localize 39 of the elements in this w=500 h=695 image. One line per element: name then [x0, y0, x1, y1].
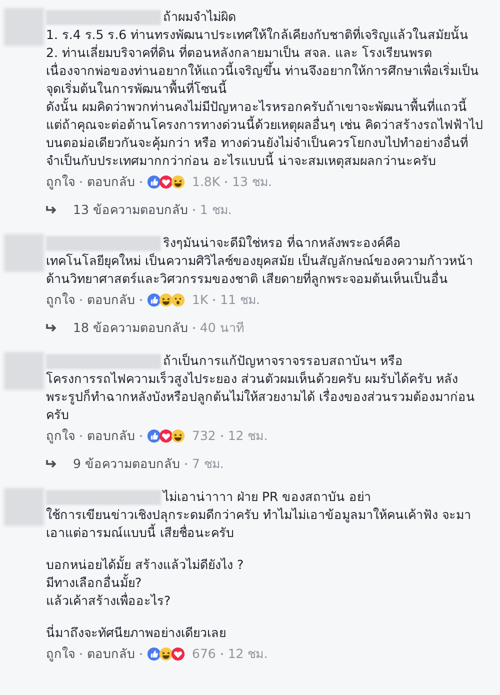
comment-text: ใช้การเขียนข่าวเชิงปลุกระดมดีกว่าครับ ทำไมไม่เอาข้อมูลมาให้คนเค้าฟัง จะมาเอาแต่อารมณ์แบบนี้ เสียชื่อนะครับ — [46, 507, 471, 540]
comment-text: 2. ท่านเลี่ยมบริจาคที่ดิน ที่ตอนหลังกลายมาเป็น สจล. และ โรงเรียนพรต เนื่องจากพ่อของท่านอยากให้แถวนี้เจริญขึ้น ท่านจึงอยากให้การศึกษาเพื่อเริ่มเป็นจุดเริ่มต้นในการพัฒนาพื้นที่โซนนี้ — [46, 45, 479, 96]
reply-arrow-icon — [46, 459, 58, 469]
like-link[interactable]: ถูกใจ — [46, 642, 75, 666]
like-link[interactable]: ถูกใจ — [46, 288, 75, 312]
comment-text: แล้วเค้าสร้างเพื่ออะไร? — [46, 593, 171, 608]
reply-link[interactable]: ตอบกลับ — [87, 642, 135, 666]
comment-text: ถ้าเป็นการแก้ปัญหาจราจรรอบสถาบันฯ หรือ — [163, 352, 403, 370]
blurred-avatar — [4, 234, 44, 272]
comment-text: ไม่เอาน่าาาา ฝ่าย PR ของสถาบัน อย่า — [163, 488, 372, 506]
comment-text: มีทางเลือกอื่นมั้ย? — [46, 575, 142, 590]
comment-text: นี่มาถึงจะทัศนียภาพอย่างเดียวเลย — [46, 625, 226, 640]
comment-text: เทคโนโลยียุคใหม่ เป็นความศิวิไลซ์ของยุคสมัย เป็นสัญลักษณ์ของความก้าวหน้าด้านวิทยาศาสตร์และวิศวกรรมของชาติ เสียดายที่ลูกพระจอมต้นเห็นเป็นอื่น — [46, 253, 473, 286]
reply-arrow-icon — [46, 323, 58, 333]
comment-text: ถ้าผมจำไม่ผิด — [163, 8, 236, 26]
reply-link[interactable]: ตอบกลับ — [87, 170, 135, 194]
like-link[interactable]: ถูกใจ — [46, 424, 75, 448]
blurred-avatar — [4, 8, 44, 46]
blurred-avatar — [4, 352, 44, 390]
comment-time: 13 ชม. — [232, 173, 272, 191]
reply-link[interactable]: ตอบกลับ — [87, 424, 135, 448]
comment-time: 11 ชม. — [220, 291, 260, 309]
replies-time: 40 นาที — [200, 319, 244, 337]
reply-arrow-icon — [46, 205, 58, 215]
replies-link[interactable]: 13 ข้อความตอบกลับ — [73, 198, 188, 222]
comment-text: บอกหน่อยได้มั้ย สร้างแล้วไม่ดียังไง ? — [46, 557, 244, 572]
comment-text: 1. ร.4 ร.5 ร.6 ท่านทรงพัฒนาประเทศให้ใกล้เคียงกับชาติที่เจริญแล้วในสมัยนั้น — [46, 27, 469, 42]
comment-time: 12 ชม. — [228, 645, 268, 663]
blurred-avatar — [4, 488, 44, 526]
replies-link[interactable]: 9 ข้อความตอบกลับ — [73, 452, 180, 476]
comment-text: โครงการรถไฟความเร็วสูงไประยอง ส่วนตัวผมเห็นด้วยครับ ผมรับได้ครับ หลังพระรูปก็ทำฉากหลังบังหรือปลูกต้นไม่ให้สวยงามได้ เรื่องของส่วนรวมต้องมาก่อนครับ — [46, 371, 475, 422]
comment-time: 12 ชม. — [228, 427, 268, 445]
replies-time: 1 ชม. — [200, 201, 232, 219]
reply-link[interactable]: ตอบกลับ — [87, 288, 135, 312]
replies-link[interactable]: 18 ข้อความตอบกลับ — [73, 316, 188, 340]
like-link[interactable]: ถูกใจ — [46, 170, 75, 194]
comment-text: ดังนั้น ผมคิดว่าพวกท่านคงไม่มีปัญหาอะไรหรอกครับถ้าเขาจะพัฒนาพื้นที่แถวนี้ แต่ถ้าคุณจะต่อต้านโครงการทางด่วนนี้ด้วยเหตุผลอื่นๆ เช่น คิดว่าสร้างรถไฟฟ้าไปบนตอม่อเดียวกันจะคุ้มกว่า หรือ ทางด่วนยังไม่จำเป็นควรโยกงบไปทำอย่างอื่นที่จำเป็นกับประเทศมากกว่าก่อน อะไรแบบนี้ น่าจะสมเหตุสมผลกว่านะครับ — [46, 99, 483, 168]
replies-time: 7 ชม. — [192, 455, 224, 473]
comment-text: ริงๆมันน่าจะดีมิใช่หรอ ที่ฉากหลังพระองค์คือ — [163, 234, 401, 252]
